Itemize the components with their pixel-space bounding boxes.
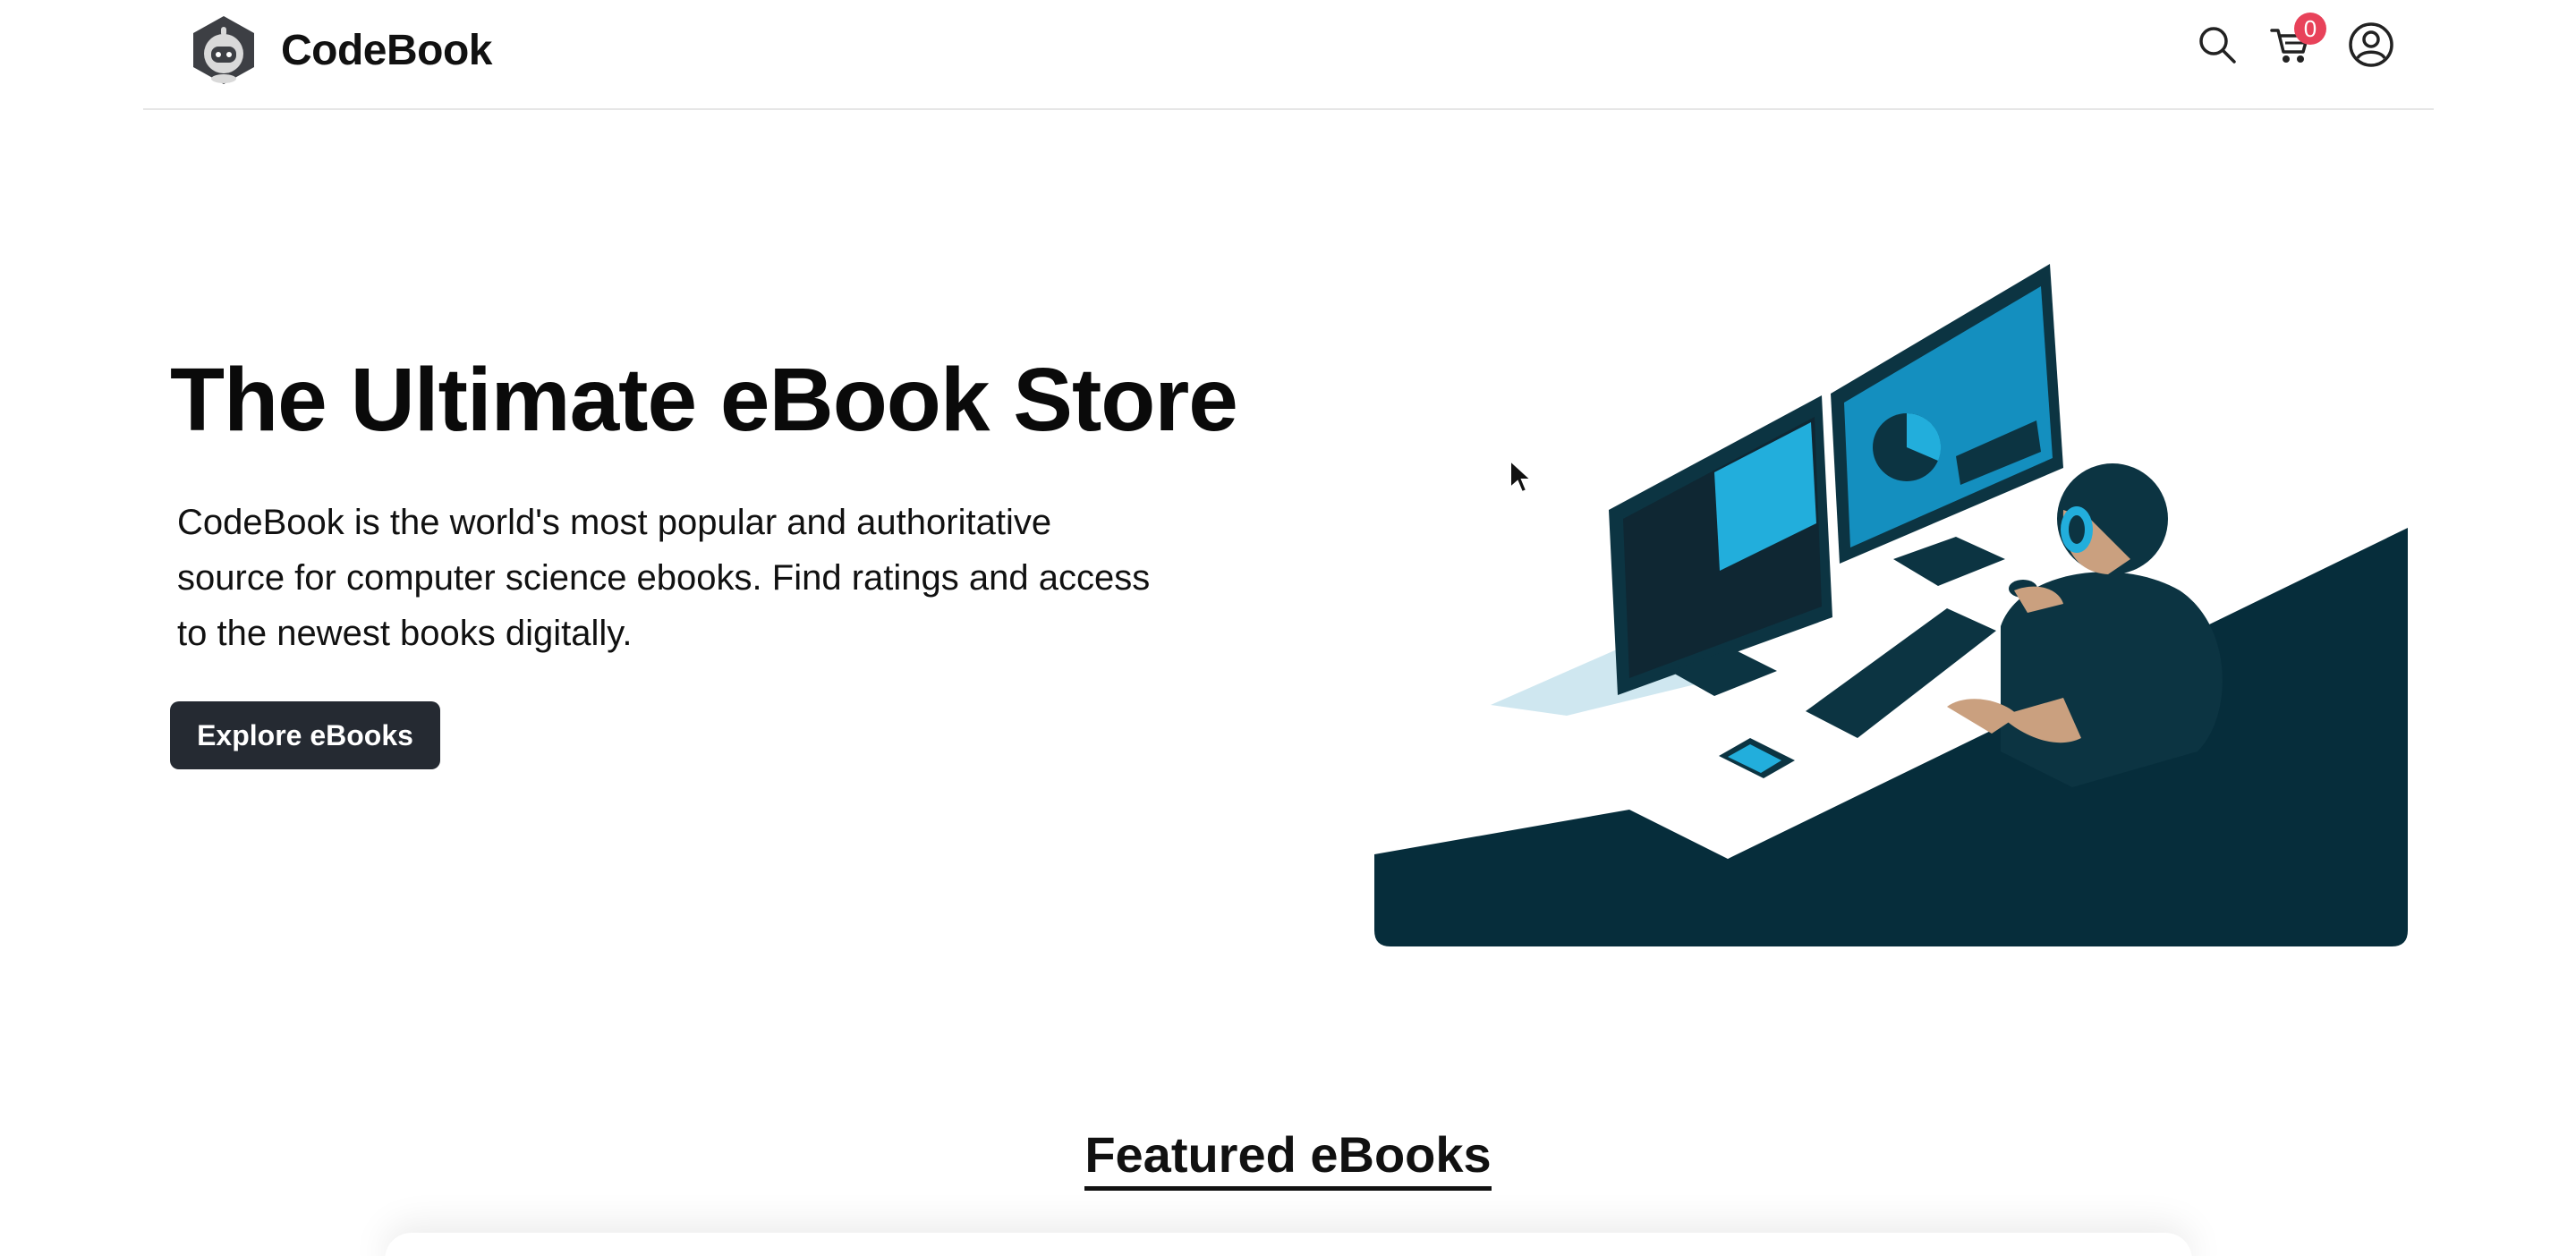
hero-description: CodeBook is the world's most popular and… [177, 503, 1151, 653]
user-circle-icon [2349, 22, 2393, 67]
search-button[interactable] [2192, 20, 2242, 70]
explore-ebooks-button[interactable]: Explore eBooks [170, 701, 440, 769]
search-icon [2199, 27, 2236, 64]
account-button[interactable] [2346, 20, 2396, 70]
brand-name: CodeBook [281, 26, 493, 74]
mouse-pointer-icon [1509, 459, 1534, 494]
featured-title-text: Featured eBooks [1084, 1126, 1492, 1191]
robot-logo-icon [193, 16, 254, 84]
featured-section-title: Featured eBooks [0, 1125, 2576, 1191]
brand-link[interactable]: CodeBook [188, 14, 493, 86]
site-header: CodeBook 0 [143, 0, 2434, 110]
cart-count-badge: 0 [2294, 13, 2326, 45]
cart-button[interactable]: 0 [2266, 13, 2326, 70]
featured-carousel-edge [385, 1233, 2192, 1256]
hero-title: The Ultimate eBook Store [170, 350, 1238, 450]
page: CodeBook 0 The Ultimate eBook Store Code… [0, 0, 2576, 1256]
header-actions: 0 [2192, 13, 2396, 70]
developer-illustration [1374, 264, 2408, 946]
